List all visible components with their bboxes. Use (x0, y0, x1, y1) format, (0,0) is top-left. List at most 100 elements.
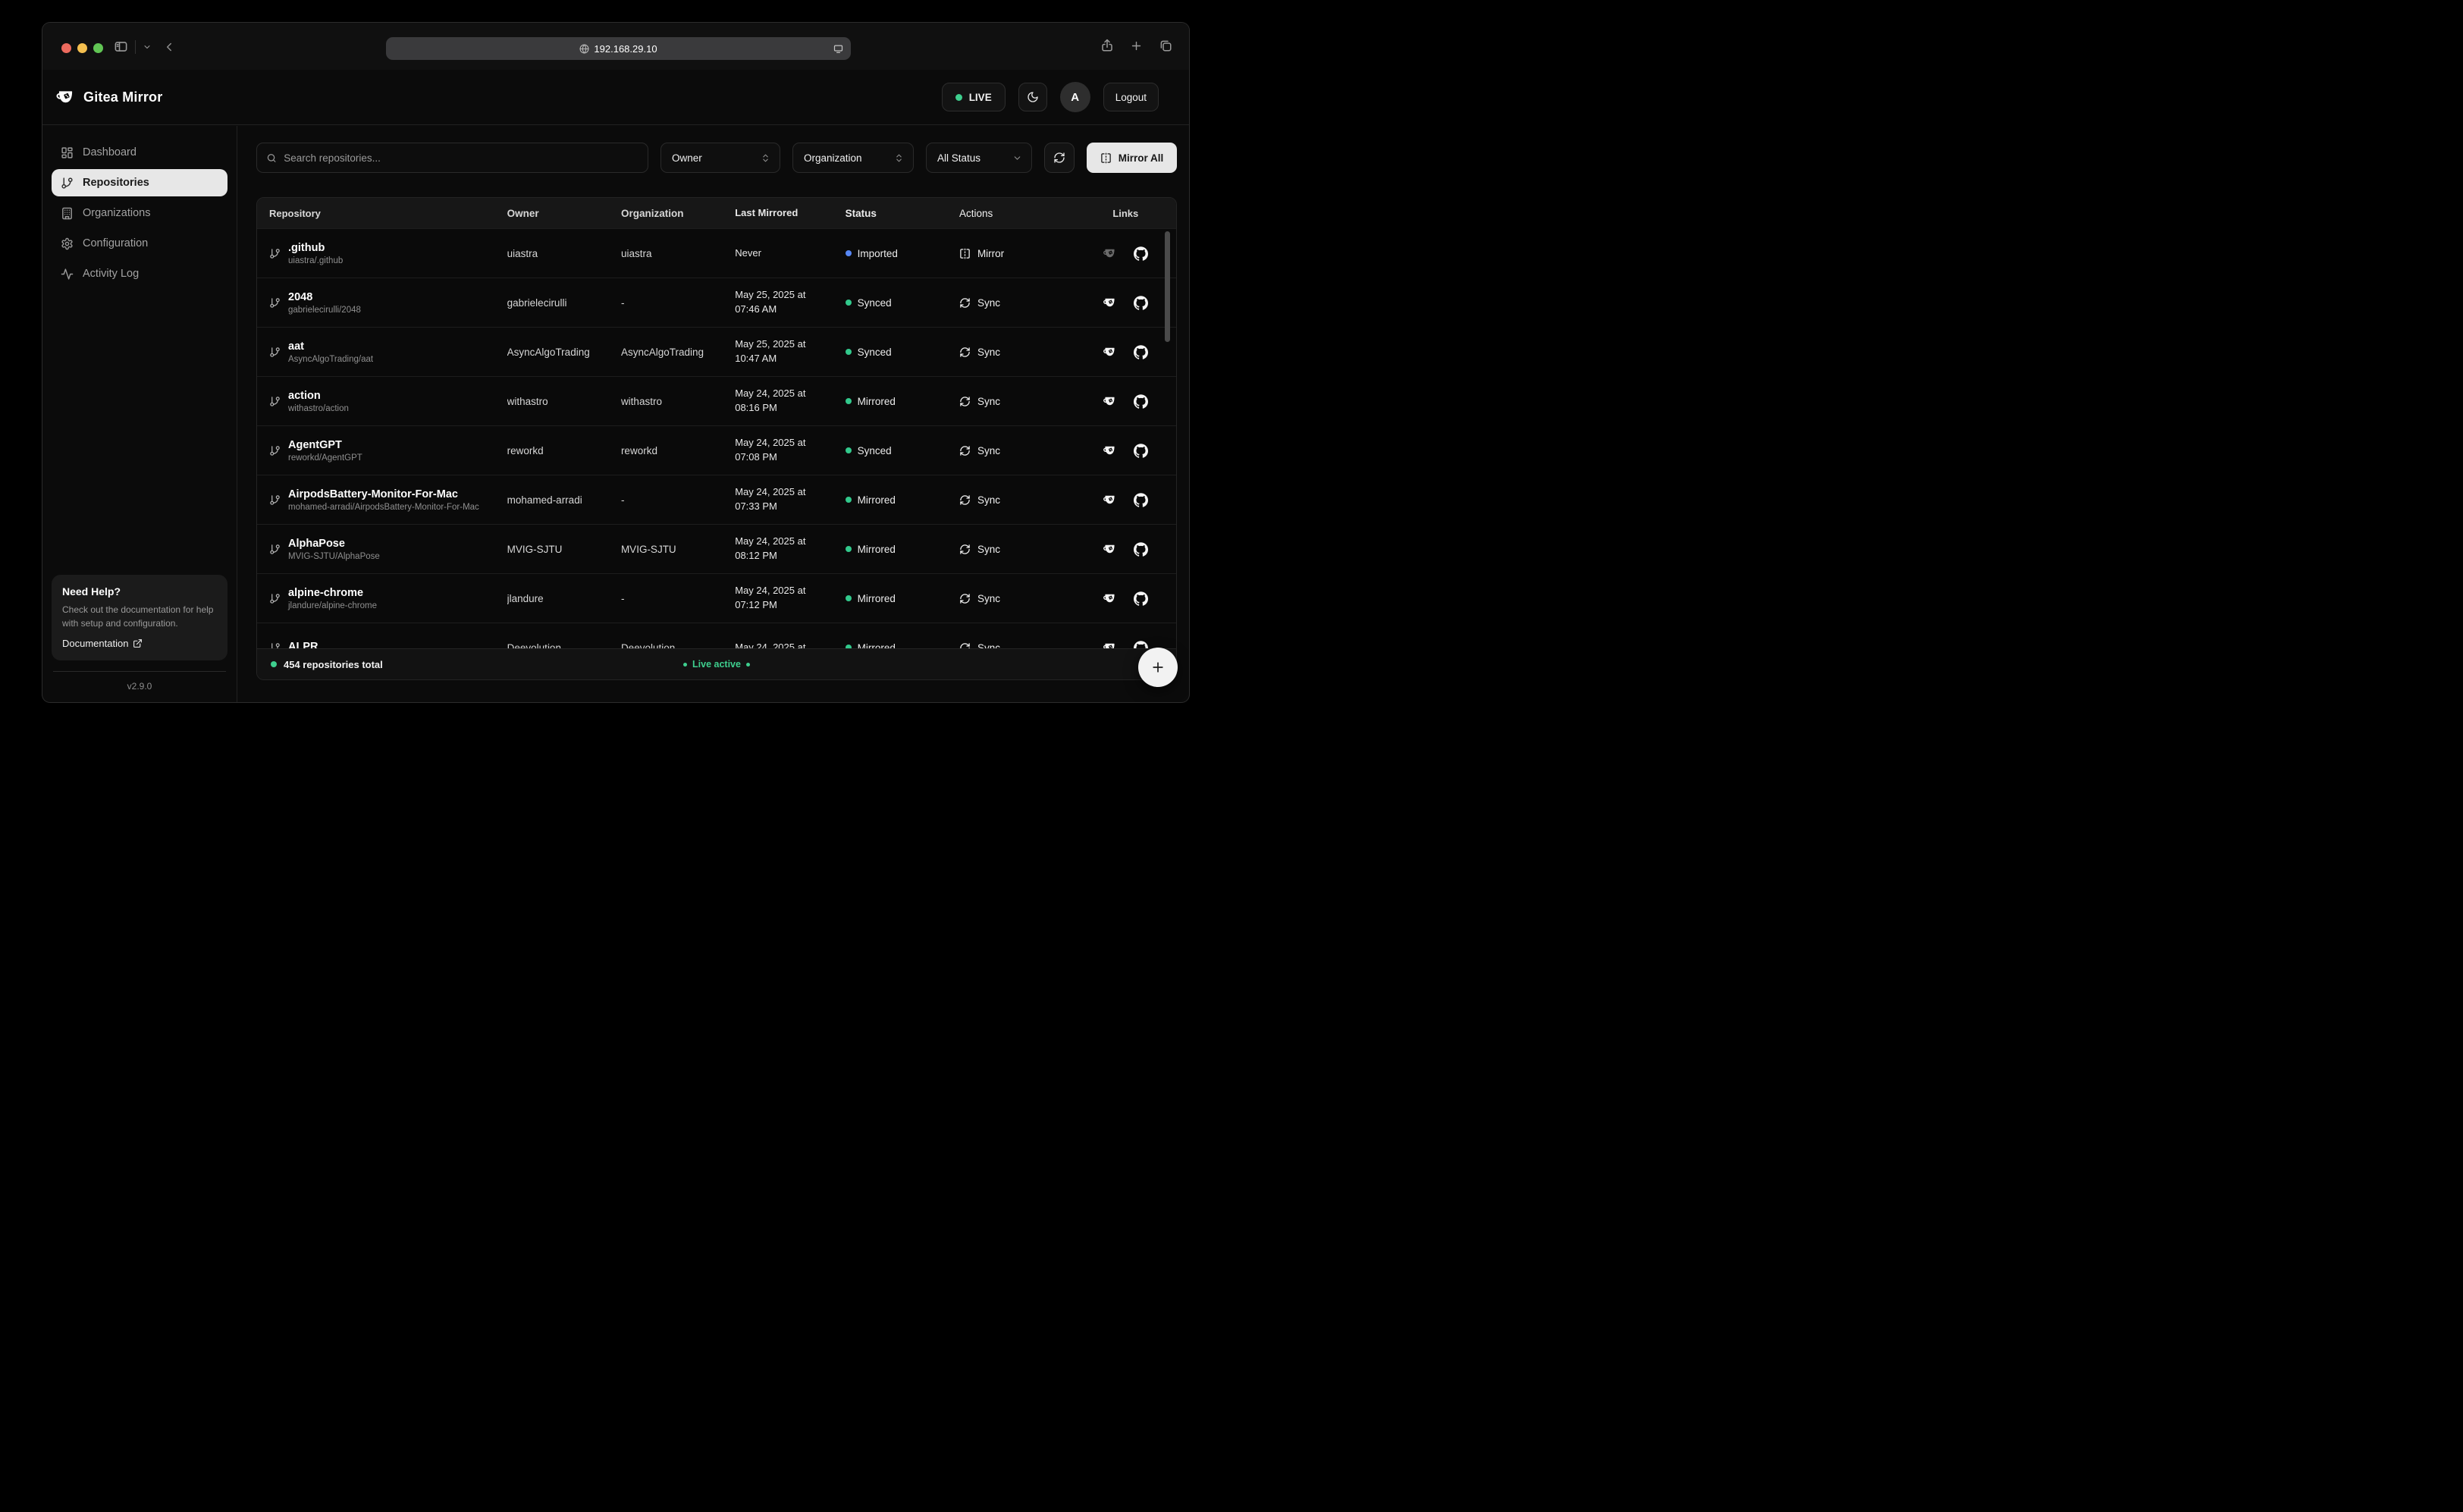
back-button[interactable] (162, 40, 176, 54)
links-cell (1086, 246, 1165, 261)
column-header-organization[interactable]: Organization (621, 208, 735, 219)
status-cell: Imported (846, 248, 959, 259)
table-row[interactable]: .github uiastra/.github uiastra uiastra … (257, 228, 1176, 278)
sidebar-item-activity-log[interactable]: Activity Log (52, 260, 227, 287)
search-box[interactable] (256, 143, 648, 173)
table-row[interactable]: AlphaPose MVIG-SJTU/AlphaPose MVIG-SJTU … (257, 524, 1176, 573)
status-cell: Synced (846, 347, 959, 358)
organization-filter-select[interactable]: Organization (792, 143, 914, 173)
column-header-status[interactable]: Status (846, 208, 959, 219)
add-button[interactable] (1138, 648, 1178, 687)
table-row[interactable]: AirpodsBattery-Monitor-For-Mac mohamed-a… (257, 475, 1176, 524)
brand[interactable]: Gitea Mirror (55, 87, 162, 108)
github-link-icon[interactable] (1134, 444, 1148, 458)
url-bar[interactable]: 192.168.29.10 (386, 37, 851, 60)
action-button[interactable]: Sync (959, 347, 1086, 358)
repository-cell: .github uiastra/.github (257, 241, 507, 266)
repo-name[interactable]: AgentGPT (288, 438, 362, 453)
gitea-link-icon[interactable] (1103, 542, 1117, 557)
sidebar-toggle-icon[interactable] (114, 39, 128, 54)
display-icon[interactable] (833, 43, 844, 55)
close-window-button[interactable] (61, 43, 71, 53)
links-cell (1086, 296, 1165, 310)
sync-icon (959, 593, 971, 604)
last-mirrored-date: May 24, 2025 at (735, 485, 834, 500)
github-link-icon[interactable] (1134, 493, 1148, 507)
github-link-icon[interactable] (1134, 246, 1148, 261)
repo-name[interactable]: AirpodsBattery-Monitor-For-Mac (288, 488, 479, 502)
last-mirrored-date: May 24, 2025 at (735, 387, 834, 401)
table-row[interactable]: ALPR Deevolution Deevolution May 24, 202… (257, 623, 1176, 648)
documentation-link[interactable]: Documentation (62, 638, 217, 649)
github-link-icon[interactable] (1134, 394, 1148, 409)
theme-toggle-button[interactable] (1018, 83, 1047, 111)
action-label: Sync (977, 396, 1000, 407)
repo-name[interactable]: 2048 (288, 290, 361, 305)
repo-name[interactable]: alpine-chrome (288, 586, 377, 601)
gitea-link-icon[interactable] (1103, 641, 1117, 649)
column-header-actions[interactable]: Actions (959, 208, 1086, 219)
table-scrollbar-thumb[interactable] (1165, 231, 1170, 342)
sync-icon (959, 642, 971, 649)
chevron-down-icon[interactable] (143, 42, 152, 52)
table-row[interactable]: 2048 gabrielecirulli/2048 gabrielecirull… (257, 278, 1176, 327)
toolbar-divider (135, 40, 136, 54)
gitea-link-icon[interactable] (1103, 444, 1117, 458)
action-button[interactable]: Sync (959, 445, 1086, 456)
table-row[interactable]: AgentGPT reworkd/AgentGPT reworkd rework… (257, 425, 1176, 475)
repo-name[interactable]: aat (288, 340, 373, 354)
gitea-link-icon[interactable] (1103, 296, 1117, 310)
tab-overview-icon[interactable] (1159, 39, 1172, 52)
column-header-links[interactable]: Links (1086, 208, 1165, 219)
github-link-icon[interactable] (1134, 296, 1148, 310)
github-link-icon[interactable] (1134, 591, 1148, 606)
gitea-link-icon[interactable] (1103, 493, 1117, 507)
last-mirrored-cell: May 24, 2025 at 07:08 PM (735, 436, 845, 465)
avatar[interactable]: A (1060, 82, 1090, 112)
sidebar-item-organizations[interactable]: Organizations (52, 199, 227, 227)
sidebar-item-configuration[interactable]: Configuration (52, 230, 227, 257)
action-button[interactable]: Sync (959, 297, 1086, 309)
action-button[interactable]: Sync (959, 642, 1086, 649)
repo-name[interactable]: .github (288, 241, 343, 256)
repo-name[interactable]: ALPR (288, 640, 318, 648)
zoom-window-button[interactable] (93, 43, 103, 53)
organization-cell: MVIG-SJTU (621, 544, 735, 555)
sync-icon (959, 544, 971, 555)
action-button[interactable]: Sync (959, 593, 1086, 604)
table-row[interactable]: alpine-chrome jlandure/alpine-chrome jla… (257, 573, 1176, 623)
minimize-window-button[interactable] (77, 43, 87, 53)
column-header-owner[interactable]: Owner (507, 208, 621, 219)
github-link-icon[interactable] (1134, 641, 1148, 649)
gitea-link-icon[interactable] (1103, 591, 1117, 606)
share-icon[interactable] (1100, 39, 1114, 52)
live-status-badge[interactable]: LIVE (942, 83, 1006, 111)
mirror-all-button[interactable]: Mirror All (1087, 143, 1177, 173)
status-label: Mirrored (858, 544, 896, 555)
github-link-icon[interactable] (1134, 345, 1148, 359)
action-button[interactable]: Sync (959, 544, 1086, 555)
action-button[interactable]: Mirror (959, 248, 1086, 259)
sidebar-item-dashboard[interactable]: Dashboard (52, 139, 227, 166)
sidebar-item-repositories[interactable]: Repositories (52, 169, 227, 196)
gitea-link-icon[interactable] (1103, 394, 1117, 409)
repo-name[interactable]: action (288, 389, 349, 403)
column-header-last-mirrored[interactable]: Last Mirrored (735, 206, 845, 221)
action-button[interactable]: Sync (959, 494, 1086, 506)
github-link-icon[interactable] (1134, 542, 1148, 557)
table-row[interactable]: aat AsyncAlgoTrading/aat AsyncAlgoTradin… (257, 327, 1176, 376)
git-branch-icon (269, 544, 281, 555)
search-input[interactable] (284, 152, 638, 164)
table-row[interactable]: action withastro/action withastro withas… (257, 376, 1176, 425)
refresh-button[interactable] (1044, 143, 1075, 173)
repo-name[interactable]: AlphaPose (288, 537, 380, 551)
column-header-repository[interactable]: Repository (257, 208, 507, 219)
gitea-link-icon[interactable] (1103, 345, 1117, 359)
gitea-link-icon[interactable] (1103, 246, 1117, 261)
logout-button[interactable]: Logout (1103, 83, 1159, 111)
repository-cell: ALPR (257, 640, 507, 648)
status-filter-select[interactable]: All Status (926, 143, 1032, 173)
new-tab-icon[interactable] (1130, 39, 1143, 52)
action-button[interactable]: Sync (959, 396, 1086, 407)
owner-filter-select[interactable]: Owner (660, 143, 780, 173)
